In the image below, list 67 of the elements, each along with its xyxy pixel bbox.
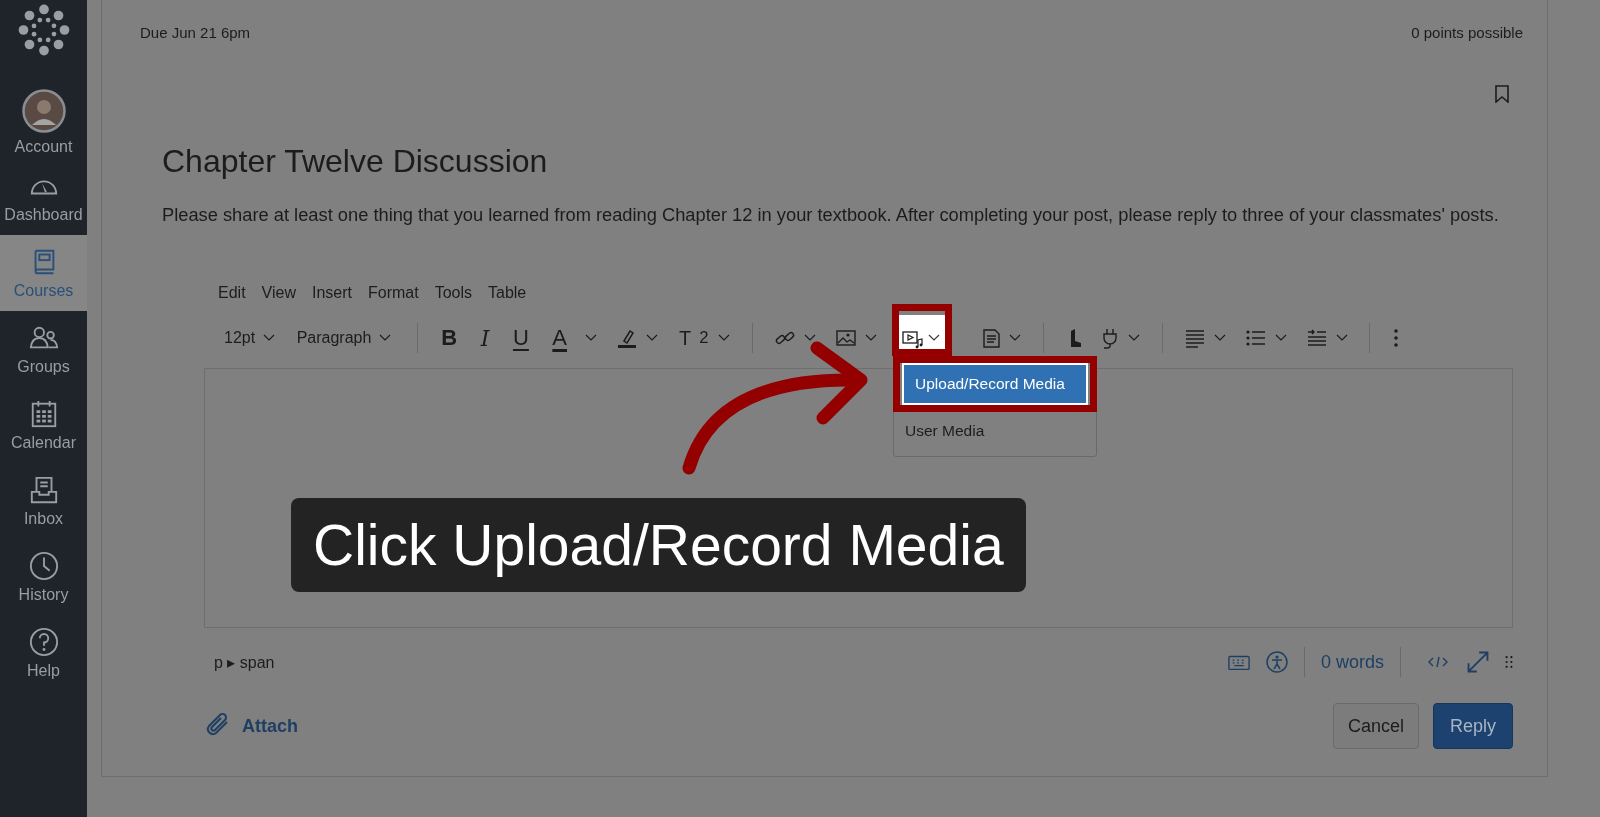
chevron-down-icon: [379, 334, 392, 342]
chevron-down-icon[interactable]: [864, 334, 877, 342]
nav-item[interactable]: Help: [0, 615, 87, 691]
inbox-icon: [28, 474, 59, 505]
text-editor-area[interactable]: [204, 368, 1513, 628]
bold-button[interactable]: B: [431, 325, 468, 351]
menu-option[interactable]: Upload/Record Media: [902, 363, 1088, 405]
nav-item[interactable]: Groups: [0, 311, 87, 387]
nav-label: Dashboard: [4, 205, 83, 224]
due-date: Due Jun 21 6pm: [140, 24, 251, 41]
nav-label: Groups: [17, 357, 70, 376]
chevron-down-icon[interactable]: [1274, 334, 1287, 342]
menu-item[interactable]: View: [261, 284, 296, 302]
nav-item[interactable]: Inbox: [0, 463, 87, 539]
clock-icon: [28, 550, 59, 581]
chevron-down-icon[interactable]: [718, 334, 730, 342]
reply-button[interactable]: Reply: [1432, 703, 1513, 749]
nav-label: Inbox: [23, 509, 64, 528]
block-format-dropdown[interactable]: Paragraph: [290, 329, 398, 347]
accessibility-icon[interactable]: [1265, 651, 1288, 673]
discussion-description: Please share at least one thing that you learned from reading Chapter 12 in your textbook. After completing your post, please reply to three of your classmates' posts.: [162, 204, 1500, 226]
help-icon: [28, 626, 59, 657]
text-color-button[interactable]: A: [542, 325, 578, 351]
nav-item[interactable]: Account: [0, 85, 87, 159]
nav-label: Help: [27, 661, 60, 680]
cancel-button[interactable]: Cancel: [1332, 703, 1419, 749]
avatar-icon: [21, 88, 66, 133]
chevron-down-icon: [928, 334, 940, 342]
nav-item[interactable]: Dashboard: [0, 159, 87, 235]
nav-item[interactable]: Courses: [0, 235, 87, 311]
chevron-down-icon[interactable]: [1009, 334, 1021, 342]
image-icon[interactable]: [835, 327, 857, 349]
nav-label: Courses: [13, 281, 74, 300]
font-size-dropdown[interactable]: 12pt: [218, 329, 282, 347]
nav-item[interactable]: History: [0, 539, 87, 615]
word-count[interactable]: 0 words: [1320, 651, 1384, 673]
expand-icon[interactable]: [1465, 649, 1491, 675]
menu-item[interactable]: Edit: [218, 284, 246, 302]
highlighter-icon[interactable]: [616, 327, 639, 349]
nav-label: Account: [14, 137, 73, 156]
nav-item[interactable]: Calendar: [0, 387, 87, 463]
instruction-callout: Click Upload/Record Media: [291, 498, 1026, 592]
chevron-down-icon[interactable]: [1128, 334, 1140, 342]
bookmark-icon[interactable]: [1495, 85, 1509, 103]
menu-item[interactable]: Insert: [311, 284, 352, 302]
more-icon[interactable]: [1391, 327, 1400, 349]
logo-icon[interactable]: [16, 3, 71, 57]
menu-item[interactable]: Tools: [434, 284, 472, 302]
chevron-down-icon[interactable]: [1213, 334, 1226, 342]
discussion-title: Chapter Twelve Discussion: [162, 143, 549, 180]
menu-item[interactable]: Format: [368, 284, 419, 302]
italic-button[interactable]: I: [470, 325, 500, 351]
align-icon[interactable]: [1184, 327, 1206, 349]
chevron-down-icon: [263, 334, 276, 342]
underline-button[interactable]: U: [502, 325, 539, 351]
element-path: p ▸ span: [214, 652, 275, 672]
menu-option[interactable]: User Media: [894, 412, 1096, 450]
nav-label: Calendar: [11, 433, 76, 452]
attach-link[interactable]: Attach: [204, 711, 298, 741]
points-possible: 0 points possible: [1411, 24, 1523, 41]
menu-item[interactable]: Table: [488, 284, 527, 302]
chevron-down-icon[interactable]: [803, 334, 816, 342]
chevron-down-icon[interactable]: [584, 334, 597, 342]
chevron-down-icon[interactable]: [1335, 334, 1348, 342]
nav-label: History: [18, 585, 69, 604]
chevron-down-icon[interactable]: [645, 334, 658, 342]
indent-icon[interactable]: [1306, 327, 1328, 349]
